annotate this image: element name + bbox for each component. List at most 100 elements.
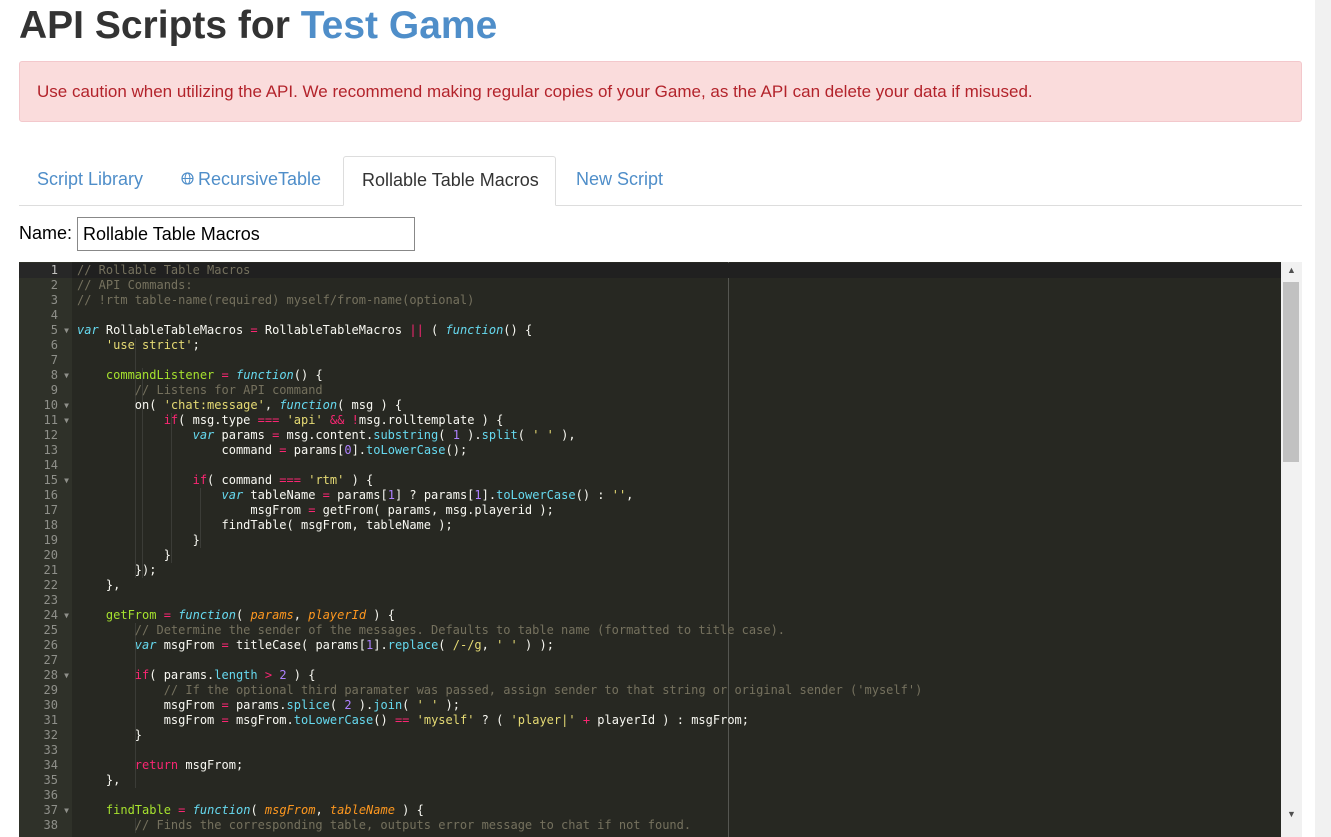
line-number-text: 35 [43, 773, 58, 787]
tab-new-script[interactable]: New Script [576, 156, 686, 206]
tab-label: RecursiveTable [198, 169, 322, 189]
fold-toggle-icon[interactable]: ▼ [64, 473, 69, 488]
line-number-text: 37 [43, 803, 58, 817]
code-token: 1 [452, 428, 460, 442]
code-token: ). [351, 698, 374, 712]
script-name-input[interactable] [77, 217, 415, 251]
tab-label: Rollable Table Macros [362, 170, 539, 190]
code-token: = [221, 368, 229, 382]
line-number-text: 9 [50, 383, 58, 397]
code-token: if [163, 413, 179, 427]
code-token: ( [235, 608, 251, 622]
line-number: 2 [19, 278, 72, 293]
fold-toggle-icon[interactable]: ▼ [64, 368, 69, 383]
scroll-up-arrow-icon[interactable]: ▲ [1281, 262, 1302, 279]
line-number-text: 12 [43, 428, 58, 442]
code-token: ? ( [474, 713, 511, 727]
code-token: 'rtm' [308, 473, 345, 487]
fold-toggle-icon[interactable]: ▼ [64, 668, 69, 683]
code-token: ) { [366, 608, 395, 622]
code-token: () { [503, 323, 533, 337]
code-token: msg.content. [279, 428, 374, 442]
line-number-text: 16 [43, 488, 58, 502]
line-number: 6 [19, 338, 72, 353]
code-token: function [235, 368, 294, 382]
code-line: on( 'chat:message', function( msg ) { [77, 398, 402, 413]
fold-toggle-icon[interactable]: ▼ [64, 323, 69, 338]
code-token: , [264, 398, 280, 412]
code-token: ), [553, 428, 576, 442]
code-token: 0 [344, 443, 352, 457]
code-token: // Rollable Table Macros [77, 263, 251, 277]
fold-toggle-icon[interactable]: ▼ [64, 608, 69, 623]
code-token: === [257, 413, 280, 427]
line-number: 38 [19, 818, 72, 833]
code-token: ]. [481, 488, 497, 502]
line-number: 36 [19, 788, 72, 803]
code-token: = [221, 698, 229, 712]
name-label: Name: [19, 223, 73, 243]
scrollbar-thumb[interactable] [1283, 282, 1299, 462]
line-number: 30 [19, 698, 72, 713]
code-token: function [445, 323, 504, 337]
page-scrollbar[interactable] [1315, 0, 1331, 837]
line-number: 35 [19, 773, 72, 788]
code-token: // API Commands: [77, 278, 193, 292]
fold-toggle-icon[interactable]: ▼ [64, 398, 69, 413]
line-number: 9 [19, 383, 72, 398]
code-token: msgFrom; [178, 758, 244, 772]
line-number: 34 [19, 758, 72, 773]
code-line: msgFrom = getFrom( params, msg.playerid … [77, 503, 553, 518]
line-number-text: 1 [50, 263, 58, 277]
code-line: } [77, 548, 171, 563]
code-token: == [394, 713, 410, 727]
code-token: ( [517, 428, 533, 442]
line-number: 3 [19, 293, 72, 308]
code-token: if [134, 668, 150, 682]
line-number: 29 [19, 683, 72, 698]
code-token: 'api' [286, 413, 323, 427]
line-number-text: 5 [50, 323, 58, 337]
fold-toggle-icon[interactable]: ▼ [64, 803, 69, 818]
code-line: }); [77, 563, 157, 578]
tab-script-library[interactable]: Script Library [19, 156, 169, 206]
line-number: 15 ▼ [19, 473, 72, 488]
line-number-text: 14 [43, 458, 58, 472]
code-line: // Determine the sender of the messages.… [77, 623, 785, 638]
code-token: ' ' [416, 698, 439, 712]
code-line: return msgFrom; [77, 758, 243, 773]
line-number-text: 3 [50, 293, 58, 307]
code-token: ( params. [149, 668, 215, 682]
line-number-text: 13 [43, 443, 58, 457]
code-token: ) { [344, 473, 374, 487]
tab-label: New Script [576, 169, 664, 189]
code-token: on( [77, 398, 164, 412]
code-token: , [293, 608, 309, 622]
tab-recursive-table[interactable]: RecursiveTable [181, 156, 341, 206]
code-token: msg.rolltemplate ) { [358, 413, 504, 427]
code-editor[interactable]: 1 2 3 4 5 ▼ 6 7 8 ▼ 9 10 ▼ 11 ▼ 12 13 14 15 ▼ 16 17 18 19 20 21 22… [19, 262, 1302, 837]
code-token: || [409, 323, 424, 337]
line-number-text: 31 [43, 713, 58, 727]
code-token: ]. [373, 638, 388, 652]
code-line: getFrom = function( params, playerId ) { [77, 608, 395, 623]
code-line: // Listens for API command [77, 383, 323, 398]
scroll-down-arrow-icon[interactable]: ▼ [1281, 806, 1302, 823]
line-number: 31 [19, 713, 72, 728]
code-line: msgFrom = params.splice( 2 ).join( ' ' )… [77, 698, 460, 713]
code-token: RollableTableMacros [98, 323, 251, 337]
editor-scrollbar[interactable]: ▲ ▼ [1281, 262, 1302, 837]
editor-code-area[interactable]: // Rollable Table Macros// API Commands:… [71, 262, 1300, 837]
code-token: && [329, 413, 345, 427]
line-number-text: 27 [43, 653, 58, 667]
tab-rollable-table-macros[interactable]: Rollable Table Macros [343, 156, 556, 206]
fold-toggle-icon[interactable]: ▼ [64, 413, 69, 428]
code-token: ( [402, 698, 417, 712]
code-token: if [192, 473, 208, 487]
script-tabs: Script Library RecursiveTable Rollable T… [19, 156, 1302, 206]
code-token: playerId ) : msgFrom; [590, 713, 749, 727]
